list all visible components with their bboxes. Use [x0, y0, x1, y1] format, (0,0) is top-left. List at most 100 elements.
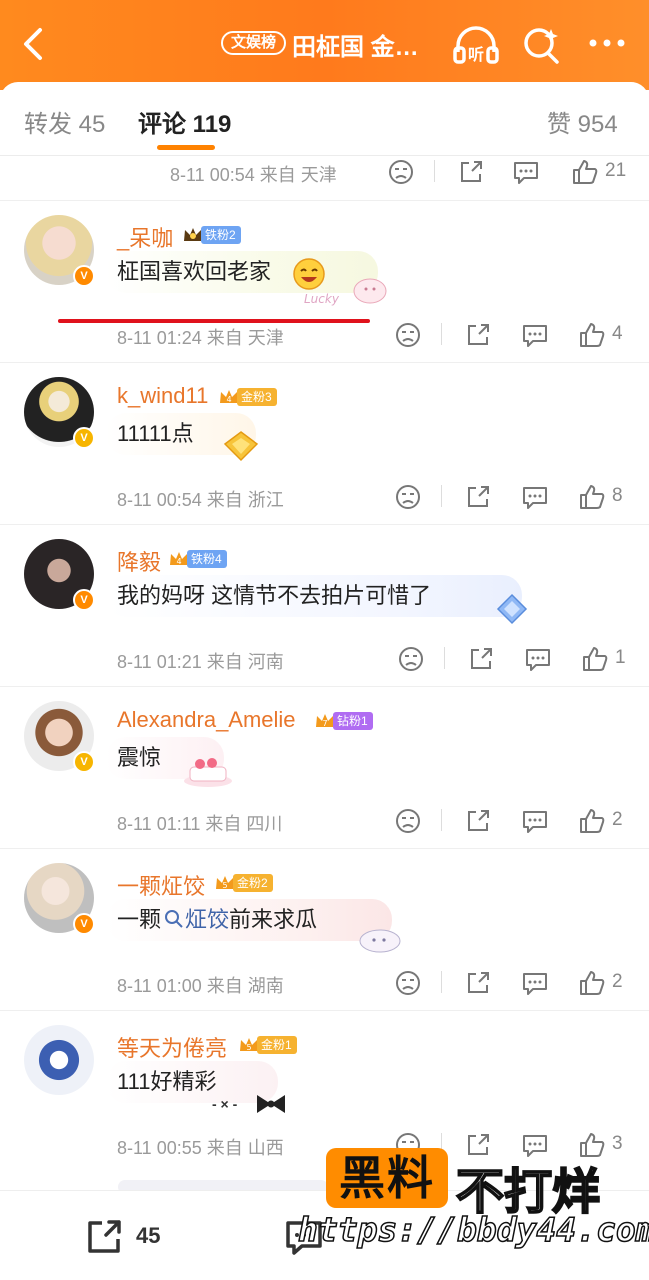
share-icon[interactable] [455, 156, 487, 188]
comment-actions: 8-11 01:24 来自 天津 4 [0, 315, 649, 355]
search-icon[interactable] [521, 23, 561, 67]
like-icon[interactable] [576, 805, 608, 837]
comment-icon[interactable] [522, 643, 554, 675]
watermark: 黑料 不打烊 https://bbdy44.com [297, 1148, 649, 1258]
comment-item: V Alexandra_Amelie 7 钻粉1 震惊 8-11 01:11 来… [0, 686, 649, 848]
comment-icon[interactable] [519, 481, 551, 513]
dislike-icon[interactable] [392, 805, 424, 837]
divider [441, 485, 442, 507]
tab-repost[interactable]: 转发 45 [24, 104, 105, 139]
share-icon[interactable] [462, 319, 494, 351]
like-icon[interactable] [576, 967, 608, 999]
like-count: 2 [612, 971, 623, 992]
svg-text:4: 4 [226, 395, 231, 404]
comment-time: 8-11 01:00 来自 湖南 [117, 976, 284, 996]
comment-time: 8-11 00:54 来自 天津 [170, 165, 337, 185]
divider [444, 647, 445, 669]
fan-label: 铁粉2 [201, 226, 241, 244]
tab-comment[interactable]: 评论 119 [138, 104, 231, 139]
comment-item: V 一颗炡饺 5 金粉2 一颗 炡饺前来求瓜 8-11 01:00 来自 湖南 2 [0, 848, 649, 1010]
comment-text-suffix: 前来求瓜 [229, 907, 318, 932]
like-count: 4 [612, 323, 623, 344]
comment-actions: 8-11 01:21 来自 河南 1 [0, 639, 649, 679]
dislike-icon[interactable] [392, 319, 424, 351]
like-icon[interactable] [569, 156, 601, 188]
share-icon[interactable] [462, 481, 494, 513]
divider [441, 971, 442, 993]
verified-badge: V [73, 427, 95, 449]
top-bar: 文娱榜 田柾国 金… 听 [0, 0, 649, 90]
fan-badge: 4 铁粉4 [168, 549, 227, 569]
like-count: 21 [605, 160, 627, 181]
verified-badge: V [73, 751, 95, 773]
headphones-icon[interactable]: 听 [452, 22, 500, 66]
fan-label: 金粉2 [233, 874, 273, 892]
fan-label: 金粉1 [257, 1036, 297, 1054]
bow-icon [257, 1095, 285, 1113]
comment-icon[interactable] [510, 156, 542, 188]
comment-text: 11111点 [117, 421, 194, 446]
fan-label: 铁粉4 [187, 550, 227, 568]
comment-time: 8-11 00:54 来自 浙江 [117, 490, 284, 510]
fan-label: 金粉3 [237, 388, 277, 406]
comment-icon[interactable] [519, 805, 551, 837]
like-icon[interactable] [576, 481, 608, 513]
verified-badge: V [73, 589, 95, 611]
share-icon[interactable] [462, 805, 494, 837]
comment-time: 8-11 01:21 来自 河南 [117, 652, 284, 672]
tab-indicator [157, 145, 215, 150]
bow-sticker-text: - × - [212, 1096, 238, 1112]
dislike-icon[interactable] [392, 967, 424, 999]
comment-icon[interactable] [519, 967, 551, 999]
like-count: 8 [612, 485, 623, 506]
verified-badge: V [73, 913, 95, 935]
comment-item: V 降毅 4 铁粉4 我的妈呀 这情节不去拍片可惜了 8-11 01:21 来自… [0, 524, 649, 686]
comment-bubble: 一颗 炡饺前来求瓜 [106, 899, 392, 941]
like-count: 2 [612, 809, 623, 830]
username[interactable]: _呆咖 [117, 221, 173, 253]
svg-text:5: 5 [222, 881, 227, 890]
like-icon[interactable] [576, 319, 608, 351]
comment-icon[interactable] [519, 319, 551, 351]
fan-badge: 5 金粉2 [214, 873, 273, 893]
comment-text: 我的妈呀 这情节不去拍片可惜了 [117, 583, 432, 608]
page-title: 田柾国 金… [292, 34, 419, 61]
watermark-url: https://bbdy44.com [297, 1209, 649, 1250]
tab-bar: 转发 45 评论 119 赞 954 [0, 82, 649, 156]
share-icon[interactable] [462, 967, 494, 999]
gem-sticker-icon [223, 431, 259, 462]
comment-bubble: 我的妈呀 这情节不去拍片可惜了 [106, 575, 522, 617]
divider [434, 160, 435, 182]
more-icon[interactable] [585, 28, 629, 58]
tab-like[interactable]: 赞 954 [547, 104, 618, 139]
lucky-sticker-icon: Lucky [304, 278, 387, 306]
like-icon[interactable] [579, 643, 611, 675]
dislike-icon[interactable] [392, 481, 424, 513]
fan-badge: 7 钻粉1 [314, 711, 373, 731]
svg-text:5: 5 [246, 1043, 251, 1052]
share-icon[interactable] [465, 643, 497, 675]
verified-badge: V [73, 265, 95, 287]
avatar[interactable] [24, 1025, 94, 1095]
svg-text:7: 7 [322, 719, 327, 728]
comment-actions: 8-11 00:54 来自 浙江 8 [0, 477, 649, 517]
back-icon[interactable] [14, 22, 54, 66]
username[interactable]: 降毅 [117, 545, 161, 577]
username[interactable]: k_wind11 [117, 383, 208, 409]
fan-badge: 4 金粉3 [218, 387, 277, 407]
username[interactable]: Alexandra_Amelie [117, 707, 296, 733]
comment-time: 8-11 01:24 来自 天津 [117, 328, 284, 348]
repost-icon[interactable] [82, 1215, 126, 1259]
like-count: 1 [615, 647, 626, 668]
topic-tag[interactable]: 文娱榜 [221, 31, 287, 55]
username[interactable]: 等天为倦亮 [117, 1031, 227, 1063]
dislike-icon[interactable] [385, 156, 417, 188]
comment-actions: 8-11 01:00 来自 湖南 2 [0, 963, 649, 1003]
watermark-box: 黑料 [326, 1148, 448, 1208]
topic-link[interactable]: 炡饺 [185, 907, 229, 932]
comment-text-prefix: 一颗 [117, 907, 162, 932]
cake-sticker-icon [184, 758, 232, 787]
dislike-icon[interactable] [395, 643, 427, 675]
username[interactable]: 一颗炡饺 [117, 869, 205, 901]
listen-label: 听 [468, 45, 484, 64]
